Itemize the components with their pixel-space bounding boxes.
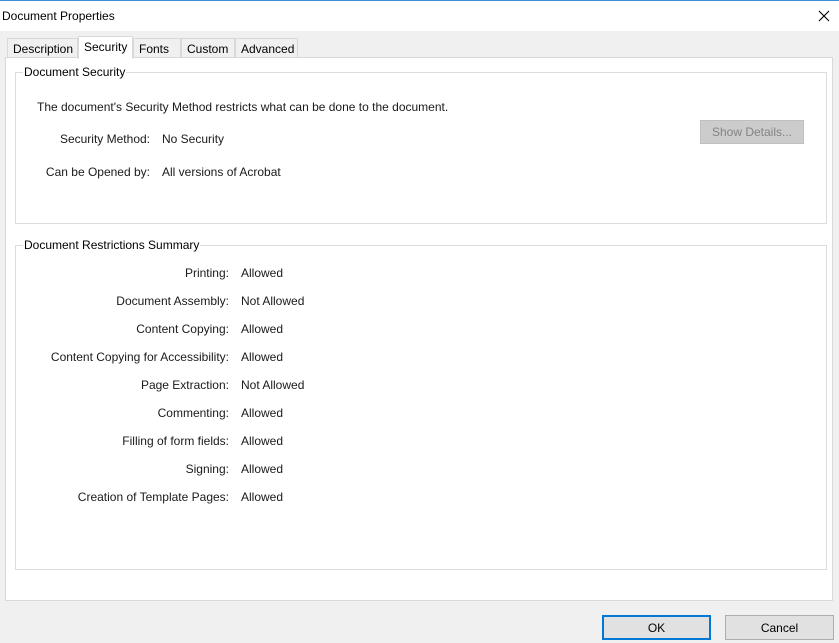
tab-custom[interactable]: Custom bbox=[181, 38, 235, 59]
restriction-value: Allowed bbox=[241, 434, 284, 448]
button-label: OK bbox=[647, 620, 666, 635]
tab-label: Security bbox=[84, 40, 128, 54]
close-button[interactable] bbox=[809, 1, 839, 31]
title-bar: Document Properties bbox=[0, 0, 839, 31]
security-panel: Document Security The document's Securit… bbox=[5, 57, 833, 601]
group-title: Document Security bbox=[23, 65, 127, 79]
restriction-label: Content Copying: bbox=[136, 322, 229, 336]
button-label: Show Details... bbox=[711, 125, 793, 139]
tab-fonts[interactable]: Fonts bbox=[133, 38, 181, 59]
opened-by-value: All versions of Acrobat bbox=[162, 165, 281, 179]
window-title: Document Properties bbox=[2, 9, 115, 23]
close-icon bbox=[818, 10, 830, 22]
security-method-value: No Security bbox=[162, 132, 225, 146]
cancel-button[interactable]: Cancel bbox=[725, 615, 834, 640]
restriction-value: Allowed bbox=[241, 462, 284, 476]
restriction-label: Document Assembly: bbox=[116, 294, 229, 308]
restriction-value: Allowed bbox=[241, 490, 284, 504]
show-details-button[interactable]: Show Details... bbox=[700, 120, 804, 144]
restriction-value: Allowed bbox=[241, 322, 284, 336]
security-intro-text: The document's Security Method restricts… bbox=[37, 100, 449, 114]
opened-by-label: Can be Opened by: bbox=[45, 165, 150, 179]
document-security-group: Document Security The document's Securit… bbox=[15, 65, 827, 224]
tab-label: Custom bbox=[187, 42, 229, 56]
ok-button[interactable]: OK bbox=[602, 615, 711, 640]
restriction-label: Printing: bbox=[184, 266, 229, 280]
restriction-value: Allowed bbox=[241, 406, 284, 420]
restriction-label: Content Copying for Accessibility: bbox=[50, 350, 229, 364]
restriction-value: Not Allowed bbox=[241, 378, 305, 392]
restriction-label: Commenting: bbox=[157, 406, 229, 420]
group-title: Document Restrictions Summary bbox=[23, 238, 201, 252]
tab-label: Fonts bbox=[139, 42, 170, 56]
restriction-label: Filling of form fields: bbox=[122, 434, 229, 448]
restriction-label: Creation of Template Pages: bbox=[77, 490, 229, 504]
button-label: Cancel bbox=[760, 620, 799, 635]
security-method-label: Security Method: bbox=[59, 132, 150, 146]
tab-label: Description bbox=[13, 42, 74, 56]
restriction-value: Not Allowed bbox=[241, 294, 305, 308]
restriction-value: Allowed bbox=[241, 266, 284, 280]
restriction-label: Page Extraction: bbox=[140, 378, 229, 392]
tab-security[interactable]: Security bbox=[78, 36, 133, 59]
restrictions-group: Document Restrictions Summary Printing: … bbox=[15, 238, 827, 570]
restriction-value: Allowed bbox=[241, 350, 284, 364]
tab-advanced[interactable]: Advanced bbox=[235, 38, 298, 59]
tab-label: Advanced bbox=[241, 42, 295, 56]
tab-description[interactable]: Description bbox=[7, 38, 78, 59]
restriction-label: Signing: bbox=[185, 462, 229, 476]
